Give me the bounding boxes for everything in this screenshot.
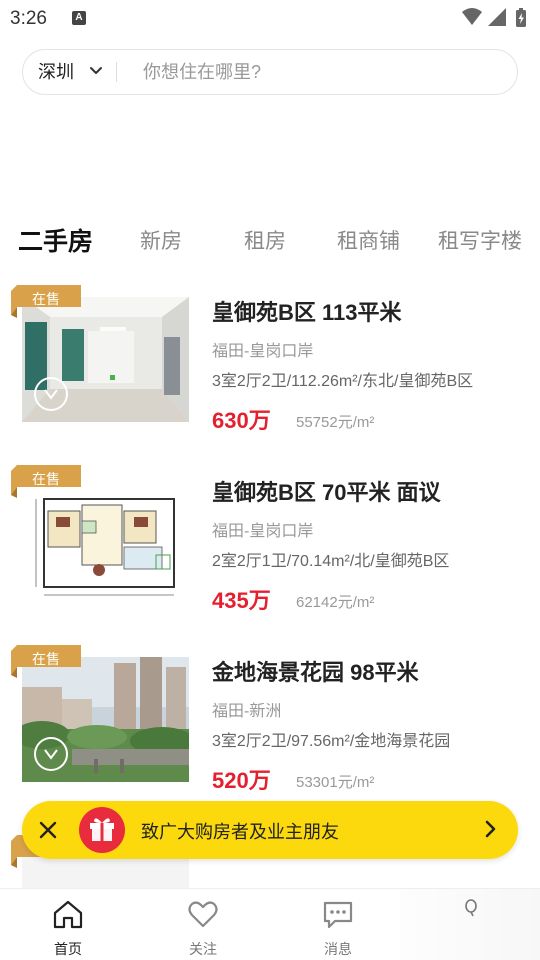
close-icon[interactable] — [36, 818, 60, 842]
status-bar: 3:26 A — [0, 0, 540, 36]
listing-price: 435万 — [212, 588, 271, 613]
vr-tour-icon[interactable] — [34, 737, 68, 771]
notification-icon: A — [72, 11, 86, 25]
tab-second-hand[interactable]: 二手房 — [18, 218, 93, 266]
listing-item[interactable]: 在售 皇御苑B区 113平米 福田-皇岗口岸 3室2厅2卫/112.26m²/东… — [0, 285, 540, 435]
listing-area: 福田-皇岗口岸 — [212, 343, 314, 360]
promo-banner[interactable]: 致广大购房者及业主朋友 — [22, 801, 518, 859]
status-badge-label: 在售 — [32, 291, 60, 307]
status-time: 3:26 — [10, 8, 47, 29]
listing-area: 福田-皇岗口岸 — [212, 523, 314, 540]
bottom-nav: 首页 关注 消息 — [0, 888, 540, 960]
tab-rent-offices[interactable]: 租写字楼 — [438, 218, 522, 266]
city-selector[interactable]: 深圳 — [38, 50, 74, 94]
wifi-icon — [462, 8, 482, 25]
listing-unit-price: 55752元/m² — [296, 414, 375, 431]
listing-spec: 2室2厅1卫/70.14m²/北/皇御苑B区 — [212, 553, 450, 570]
nav-profile-area[interactable] — [400, 889, 540, 960]
status-badge-label: 在售 — [32, 471, 60, 487]
listing-title[interactable]: 金地海景花园 98平米 — [212, 655, 419, 687]
status-icons — [462, 8, 526, 27]
home-icon — [53, 900, 83, 929]
nav-messages[interactable]: 消息 — [283, 889, 393, 960]
listing-item[interactable]: 在售 皇御苑B区 70平米 面议 福田-皇岗口岸 2室2厅1卫/70.14m²/… — [0, 465, 540, 615]
listing-title[interactable]: 皇御苑B区 113平米 — [212, 295, 402, 327]
user-icon — [465, 899, 477, 917]
listing-unit-price: 53301元/m² — [296, 774, 375, 791]
nav-messages-label: 消息 — [324, 941, 352, 957]
search-divider — [116, 62, 117, 82]
status-badge: 在售 — [11, 645, 81, 678]
tab-rent[interactable]: 租房 — [244, 218, 286, 266]
nav-home[interactable]: 首页 — [13, 889, 123, 960]
search-input[interactable] — [143, 56, 483, 88]
listing-price: 630万 — [212, 408, 271, 433]
vr-tour-icon[interactable] — [34, 377, 68, 411]
gift-icon — [79, 807, 125, 853]
chevron-down-icon[interactable] — [89, 64, 103, 78]
listing-spec: 3室2厅2卫/97.56m²/金地海景花园 — [212, 733, 451, 750]
promo-text[interactable]: 致广大购房者及业主朋友 — [141, 818, 339, 844]
listing-title[interactable]: 皇御苑B区 70平米 面议 — [212, 475, 441, 507]
listing-price: 520万 — [212, 768, 271, 793]
search-bar: 深圳 — [22, 49, 518, 95]
nav-follow-label: 关注 — [189, 941, 217, 957]
listing-unit-price: 62142元/m² — [296, 594, 375, 611]
nav-home-label: 首页 — [54, 941, 82, 957]
category-tabs: 二手房 新房 租房 租商铺 租写字楼 — [0, 218, 540, 266]
status-badge-label: 在售 — [32, 651, 60, 667]
tab-new-homes[interactable]: 新房 — [140, 218, 182, 266]
chat-icon — [323, 901, 353, 929]
signal-icon — [488, 8, 506, 26]
chevron-right-icon[interactable] — [484, 819, 498, 839]
heart-icon — [188, 901, 218, 928]
listing-spec: 3室2厅2卫/112.26m²/东北/皇御苑B区 — [212, 373, 474, 390]
tab-rent-shops[interactable]: 租商铺 — [337, 218, 400, 266]
nav-follow[interactable]: 关注 — [148, 889, 258, 960]
status-badge: 在售 — [11, 285, 81, 318]
listing-item[interactable]: 在售 金地海景花园 98平米 福田-新洲 3室2厅2卫/97.56m²/金地海景… — [0, 645, 540, 795]
listing-area: 福田-新洲 — [212, 703, 282, 720]
status-badge: 在售 — [11, 465, 81, 498]
